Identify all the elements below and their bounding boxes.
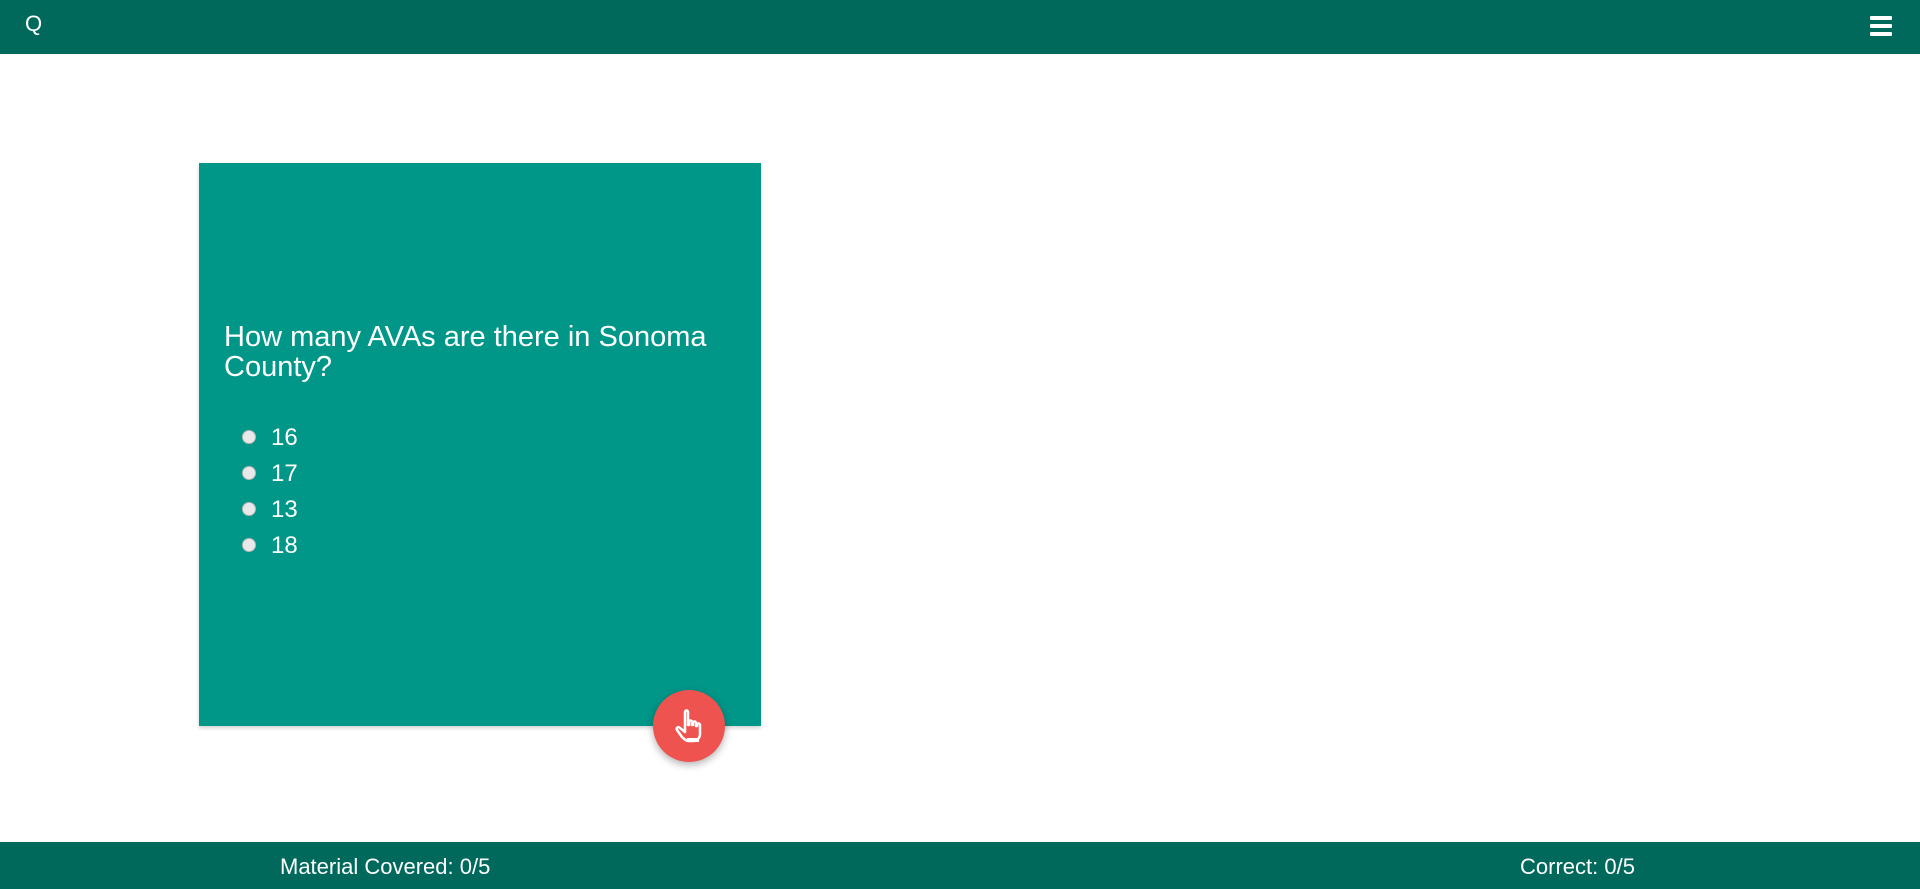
app-logo[interactable]: Q <box>25 12 42 36</box>
answer-option[interactable]: 16 <box>242 420 298 456</box>
answer-option[interactable]: 13 <box>242 492 298 528</box>
radio-button[interactable] <box>242 466 256 480</box>
status-footer: Material Covered: 0/5 Correct: 0/5 <box>0 842 1920 889</box>
answer-option[interactable]: 18 <box>242 528 298 564</box>
top-app-bar: Q <box>0 0 1920 54</box>
hamburger-menu-icon[interactable] <box>1870 16 1892 36</box>
answer-option-label: 17 <box>271 460 298 487</box>
pointing-hand-icon <box>675 709 702 743</box>
answer-option-label: 13 <box>271 496 298 523</box>
question-text: How many AVAs are there in Sonoma County… <box>224 321 707 383</box>
material-covered-status: Material Covered: 0/5 <box>280 854 491 879</box>
answer-option[interactable]: 17 <box>242 456 298 492</box>
radio-button[interactable] <box>242 538 256 552</box>
question-card: How many AVAs are there in Sonoma County… <box>199 163 761 726</box>
radio-button[interactable] <box>242 502 256 516</box>
answer-option-label: 18 <box>271 532 298 559</box>
radio-button[interactable] <box>242 430 256 444</box>
submit-answer-button[interactable] <box>653 690 725 762</box>
answer-option-label: 16 <box>271 424 298 451</box>
answer-options: 16 17 13 18 <box>242 420 298 564</box>
correct-count-status: Correct: 0/5 <box>1520 854 1635 879</box>
